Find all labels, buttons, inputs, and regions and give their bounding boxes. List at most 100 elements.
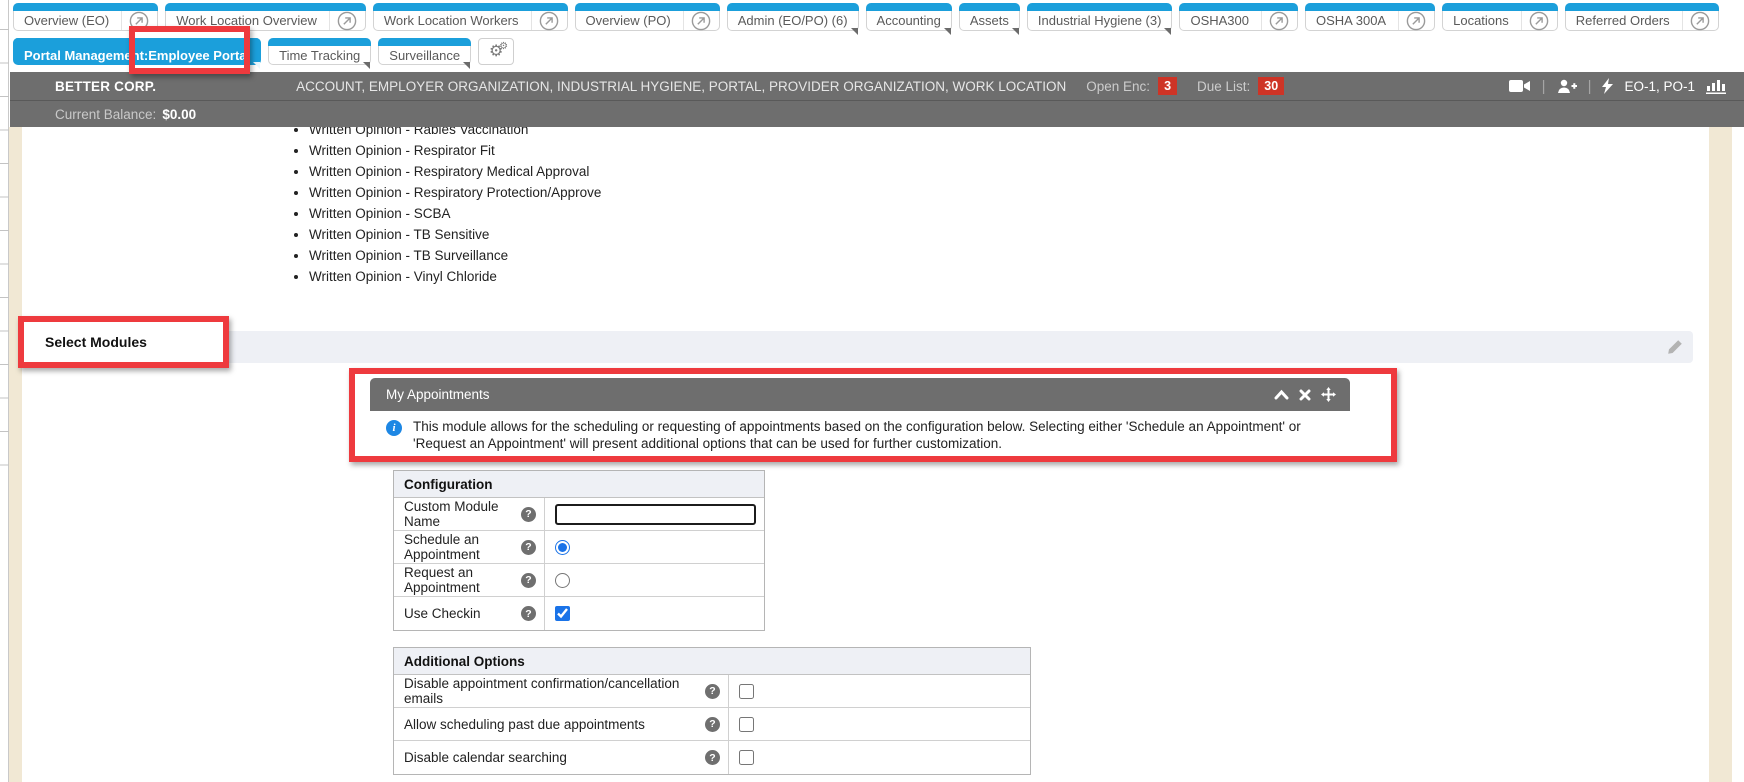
table-row: Use Checkin? bbox=[394, 597, 764, 630]
dropdown-caret-icon bbox=[1012, 28, 1019, 35]
tab-label: Referred Orders bbox=[1566, 3, 1680, 30]
tab-industrial-hygiene-3[interactable]: Industrial Hygiene (3) bbox=[1027, 3, 1173, 31]
additional-options-table: Additional Options Disable appointment c… bbox=[393, 647, 1031, 775]
table-row: Disable appointment confirmation/cancell… bbox=[394, 675, 1030, 708]
environment-label: EO-1, PO-1 bbox=[1624, 79, 1695, 94]
dropdown-caret-icon bbox=[944, 28, 951, 35]
due-list-badge[interactable]: 30 bbox=[1258, 77, 1284, 95]
table-row: Disable calendar searching? bbox=[394, 741, 1030, 774]
video-camera-icon[interactable] bbox=[1509, 79, 1531, 93]
bar-chart-icon[interactable] bbox=[1706, 78, 1726, 94]
edit-pencil-icon[interactable] bbox=[1667, 339, 1683, 360]
due-list-label: Due List: bbox=[1197, 79, 1250, 94]
tab-label: Time Tracking bbox=[269, 38, 370, 64]
use-checkin-checkbox[interactable] bbox=[555, 606, 570, 621]
tab-label: Surveillance bbox=[379, 38, 470, 64]
help-icon[interactable]: ? bbox=[521, 573, 536, 588]
row-label-cell: Request an Appointment? bbox=[394, 564, 545, 596]
divider: | bbox=[1542, 78, 1546, 95]
help-icon[interactable]: ? bbox=[521, 507, 536, 522]
annotation-box-select-modules: Select Modules bbox=[18, 316, 229, 368]
tab-surveillance[interactable]: Surveillance bbox=[378, 38, 471, 65]
add-person-icon[interactable] bbox=[1557, 79, 1577, 94]
row-label-cell: Schedule an Appointment? bbox=[394, 531, 545, 563]
tab-label: Overview (PO) bbox=[576, 3, 681, 30]
tab-label: Admin (EO/PO) (6) bbox=[728, 3, 858, 30]
open-enc-label: Open Enc: bbox=[1086, 79, 1150, 94]
tab-osha-300a[interactable]: OSHA 300A bbox=[1305, 3, 1435, 31]
tab-admin-eo-po-6[interactable]: Admin (EO/PO) (6) bbox=[727, 3, 859, 31]
list-item: Written Opinion - Vinyl Chloride bbox=[309, 266, 601, 287]
external-link-icon bbox=[683, 3, 719, 30]
tab-work-location-overview[interactable]: Work Location Overview bbox=[165, 3, 366, 31]
disable-appointment-confirmation-cancellation-emails-checkbox[interactable] bbox=[739, 684, 754, 699]
tab-label: Portal Management:Employee Portal bbox=[14, 38, 260, 64]
tab-label: Industrial Hygiene (3) bbox=[1028, 3, 1172, 30]
my-appointments-header[interactable]: My Appointments bbox=[370, 378, 1350, 411]
disable-calendar-searching-checkbox[interactable] bbox=[739, 750, 754, 765]
move-handle-icon[interactable] bbox=[1321, 387, 1336, 402]
row-control-cell bbox=[729, 741, 1030, 774]
row-divider-lines bbox=[0, 29, 9, 476]
tab-label: Locations bbox=[1443, 3, 1519, 30]
help-icon[interactable]: ? bbox=[521, 606, 536, 621]
dropdown-caret-icon bbox=[1164, 28, 1171, 35]
module-settings-button[interactable]: ⚙⚙ bbox=[478, 38, 514, 65]
allow-scheduling-past-due-appointments-checkbox[interactable] bbox=[739, 717, 754, 732]
table-row: Schedule an Appointment? bbox=[394, 531, 764, 564]
tab-overview-eo[interactable]: Overview (EO) bbox=[13, 3, 158, 31]
external-link-icon bbox=[1521, 3, 1557, 30]
row-label-cell: Use Checkin? bbox=[394, 597, 545, 630]
module-header-actions bbox=[1274, 387, 1336, 402]
row-control-cell bbox=[729, 675, 1030, 707]
list-item: Written Opinion - Respirator Fit bbox=[309, 140, 601, 161]
info-icon: i bbox=[386, 420, 402, 436]
row-label-cell: Disable appointment confirmation/cancell… bbox=[394, 675, 729, 707]
tab-referred-orders[interactable]: Referred Orders bbox=[1565, 3, 1719, 31]
schedule-an-appointment-radio[interactable] bbox=[555, 540, 570, 555]
external-link-icon bbox=[121, 3, 157, 30]
tab-assets[interactable]: Assets bbox=[959, 3, 1020, 31]
list-item: Written Opinion - Respiratory Medical Ap… bbox=[309, 161, 601, 182]
row-label-cell: Disable calendar searching? bbox=[394, 741, 729, 774]
external-link-icon bbox=[1398, 3, 1434, 30]
open-enc-badge[interactable]: 3 bbox=[1158, 77, 1177, 95]
tab-work-location-workers[interactable]: Work Location Workers bbox=[373, 3, 568, 31]
page-edge-right bbox=[1709, 127, 1732, 782]
custom-module-name-input[interactable] bbox=[555, 504, 756, 525]
help-icon[interactable]: ? bbox=[521, 540, 536, 555]
external-link-icon bbox=[1682, 3, 1718, 30]
balance-bar: Current Balance: $0.00 bbox=[10, 100, 1744, 127]
tab-portal-management-employee-portal[interactable]: Portal Management:Employee Portal bbox=[13, 38, 261, 65]
written-opinion-list: Written Opinion - Rabies VaccinationWrit… bbox=[293, 119, 601, 287]
tab-locations[interactable]: Locations bbox=[1442, 3, 1558, 31]
module-info-text: This module allows for the scheduling or… bbox=[413, 418, 1318, 452]
row-control-cell bbox=[729, 708, 1030, 740]
list-item: Written Opinion - Respiratory Protection… bbox=[309, 182, 601, 203]
tab-label: Accounting bbox=[867, 3, 951, 30]
tab-label: Overview (EO) bbox=[14, 3, 119, 30]
help-icon[interactable]: ? bbox=[705, 717, 720, 732]
tab-overview-po[interactable]: Overview (PO) bbox=[575, 3, 720, 31]
row-label: Custom Module Name bbox=[404, 499, 515, 529]
list-item: Written Opinion - TB Surveillance bbox=[309, 245, 601, 266]
help-icon[interactable]: ? bbox=[705, 750, 720, 765]
configuration-table-title: Configuration bbox=[394, 471, 764, 498]
tab-accounting[interactable]: Accounting bbox=[866, 3, 952, 31]
tab-time-tracking[interactable]: Time Tracking bbox=[268, 38, 371, 65]
help-icon[interactable]: ? bbox=[705, 684, 720, 699]
select-modules-title: Select Modules bbox=[24, 334, 147, 350]
row-control-cell bbox=[545, 564, 764, 596]
tab-label: Work Location Workers bbox=[374, 3, 529, 30]
context-bar-actions: | | EO-1, PO-1 bbox=[1509, 78, 1726, 95]
remove-x-icon[interactable] bbox=[1299, 389, 1311, 401]
request-an-appointment-radio[interactable] bbox=[555, 573, 570, 588]
tab-label: Assets bbox=[960, 3, 1019, 30]
row-control-cell bbox=[545, 498, 764, 530]
collapse-chevron-icon[interactable] bbox=[1274, 389, 1289, 400]
module-title: My Appointments bbox=[386, 387, 490, 402]
dropdown-caret-icon bbox=[851, 28, 858, 35]
tab-osha300[interactable]: OSHA300 bbox=[1179, 3, 1298, 31]
list-item: Written Opinion - TB Sensitive bbox=[309, 224, 601, 245]
lightning-icon[interactable] bbox=[1602, 78, 1613, 94]
